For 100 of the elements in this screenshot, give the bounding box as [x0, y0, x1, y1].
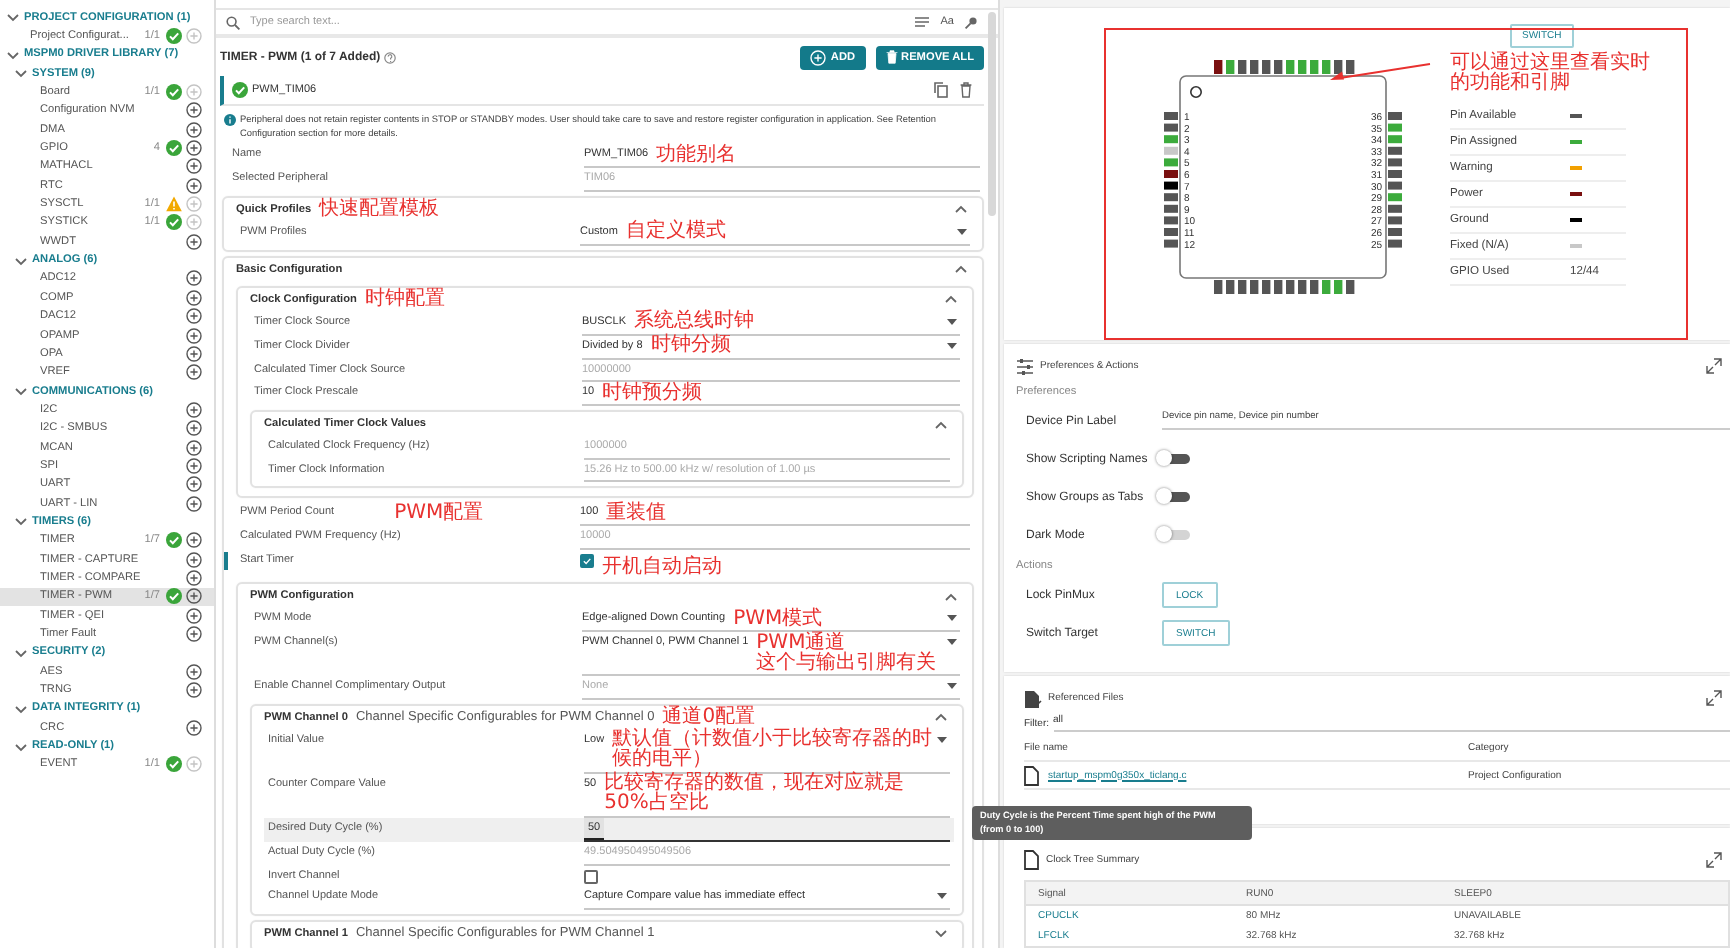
add-icon[interactable] [186, 233, 202, 250]
pin[interactable] [1310, 280, 1319, 294]
caret-icon[interactable] [936, 890, 948, 902]
add-icon[interactable] [186, 289, 202, 306]
annotation-note: PWM模式 [733, 609, 825, 629]
toggle-switch[interactable] [1162, 454, 1190, 464]
pin[interactable] [1214, 60, 1223, 74]
pin[interactable] [1250, 60, 1259, 74]
toggle-switch[interactable] [1162, 492, 1190, 502]
check-circle-icon [232, 82, 248, 98]
chevron-down-icon[interactable] [14, 701, 28, 716]
add-icon[interactable] [186, 457, 202, 474]
expand-icon[interactable] [1706, 690, 1722, 706]
chevron-down-icon[interactable] [934, 926, 948, 940]
pin[interactable] [1388, 158, 1402, 167]
chevron-up-icon[interactable] [934, 710, 948, 724]
add-icon[interactable] [186, 102, 202, 119]
add-icon[interactable] [186, 121, 202, 138]
annotation-note: 比较寄存器的数值，现在对应就是50%占空比 [604, 774, 907, 814]
pin[interactable] [1226, 280, 1235, 294]
add-icon[interactable] [186, 682, 202, 699]
pin[interactable] [1164, 181, 1178, 190]
expand-icon[interactable] [1706, 358, 1722, 374]
add-icon[interactable] [186, 663, 202, 680]
add-icon[interactable] [186, 495, 202, 512]
chevron-down-icon[interactable] [6, 47, 20, 62]
add-icon[interactable] [186, 345, 202, 362]
pin[interactable] [1262, 60, 1271, 74]
add-icon[interactable] [186, 270, 202, 287]
pin[interactable] [1164, 193, 1178, 202]
chevron-up-icon[interactable] [954, 202, 968, 216]
caret-icon[interactable] [936, 733, 948, 745]
add-icon[interactable] [186, 177, 202, 194]
add-icon[interactable] [186, 308, 202, 325]
add-icon[interactable] [186, 158, 202, 175]
pin[interactable] [1238, 280, 1247, 294]
caret-icon[interactable] [946, 680, 958, 692]
pin[interactable] [1164, 216, 1178, 225]
chevron-down-icon[interactable] [14, 645, 28, 660]
chevron-up-icon[interactable] [954, 262, 968, 276]
pin-icon[interactable] [964, 15, 978, 29]
add-icon[interactable] [186, 532, 202, 549]
pin[interactable] [1164, 204, 1178, 213]
pin[interactable] [1298, 280, 1307, 294]
expand-icon[interactable] [1706, 852, 1722, 868]
add-icon[interactable] [186, 569, 202, 586]
pin[interactable] [1346, 280, 1355, 294]
pin[interactable] [1286, 280, 1295, 294]
add-icon[interactable] [186, 607, 202, 624]
add-icon[interactable] [186, 420, 202, 437]
pin[interactable] [1274, 280, 1283, 294]
list-icon[interactable] [914, 15, 931, 29]
checkbox[interactable] [580, 553, 594, 567]
add-icon[interactable] [186, 476, 202, 493]
info-icon [224, 113, 236, 125]
pin[interactable] [1164, 239, 1178, 248]
add-icon[interactable] [186, 364, 202, 381]
add-icon[interactable] [186, 626, 202, 643]
caret-icon[interactable] [956, 225, 968, 237]
chevron-down-icon[interactable] [14, 66, 28, 81]
scrollbar[interactable] [988, 12, 996, 216]
add-icon[interactable] [186, 719, 202, 736]
pin[interactable] [1250, 280, 1259, 294]
annotation-note: 重装值 [606, 503, 669, 523]
pin[interactable] [1214, 280, 1223, 294]
chevron-down-icon[interactable] [6, 10, 20, 25]
chevron-up-icon[interactable] [934, 417, 948, 431]
search-icon [226, 15, 240, 29]
chevron-up-icon[interactable] [944, 292, 958, 306]
pin[interactable] [1388, 239, 1402, 248]
pin[interactable] [1262, 280, 1271, 294]
pin[interactable] [1334, 60, 1343, 74]
pin[interactable] [1274, 60, 1283, 74]
pin[interactable] [1388, 216, 1402, 225]
add-icon[interactable] [186, 588, 202, 605]
chevron-up-icon[interactable] [944, 589, 958, 603]
add-icon[interactable] [186, 140, 202, 157]
help-icon[interactable] [384, 51, 397, 63]
add-icon[interactable] [186, 327, 202, 344]
pin[interactable] [1346, 60, 1355, 74]
copy-icon[interactable] [934, 82, 948, 98]
pin[interactable] [1388, 146, 1402, 155]
add-icon[interactable] [186, 401, 202, 418]
pin[interactable] [1238, 60, 1247, 74]
annotation-note: PWM通道 [756, 633, 846, 653]
trash-icon[interactable] [960, 82, 972, 98]
add-icon[interactable] [186, 551, 202, 568]
pin[interactable] [1388, 204, 1402, 213]
chevron-down-icon[interactable] [14, 384, 28, 399]
annotation-note: 通道0配置 [662, 707, 756, 727]
checkbox[interactable] [584, 869, 598, 883]
pin[interactable] [1388, 181, 1402, 190]
chevron-down-icon[interactable] [14, 739, 28, 754]
annotation-note: PWM配置 [394, 503, 484, 523]
pin[interactable] [1164, 123, 1178, 132]
add-icon[interactable] [186, 439, 202, 456]
plus-icon [810, 49, 827, 65]
chevron-down-icon[interactable] [14, 253, 28, 268]
annotation-arrow [1330, 63, 1431, 80]
chevron-down-icon[interactable] [14, 514, 28, 529]
